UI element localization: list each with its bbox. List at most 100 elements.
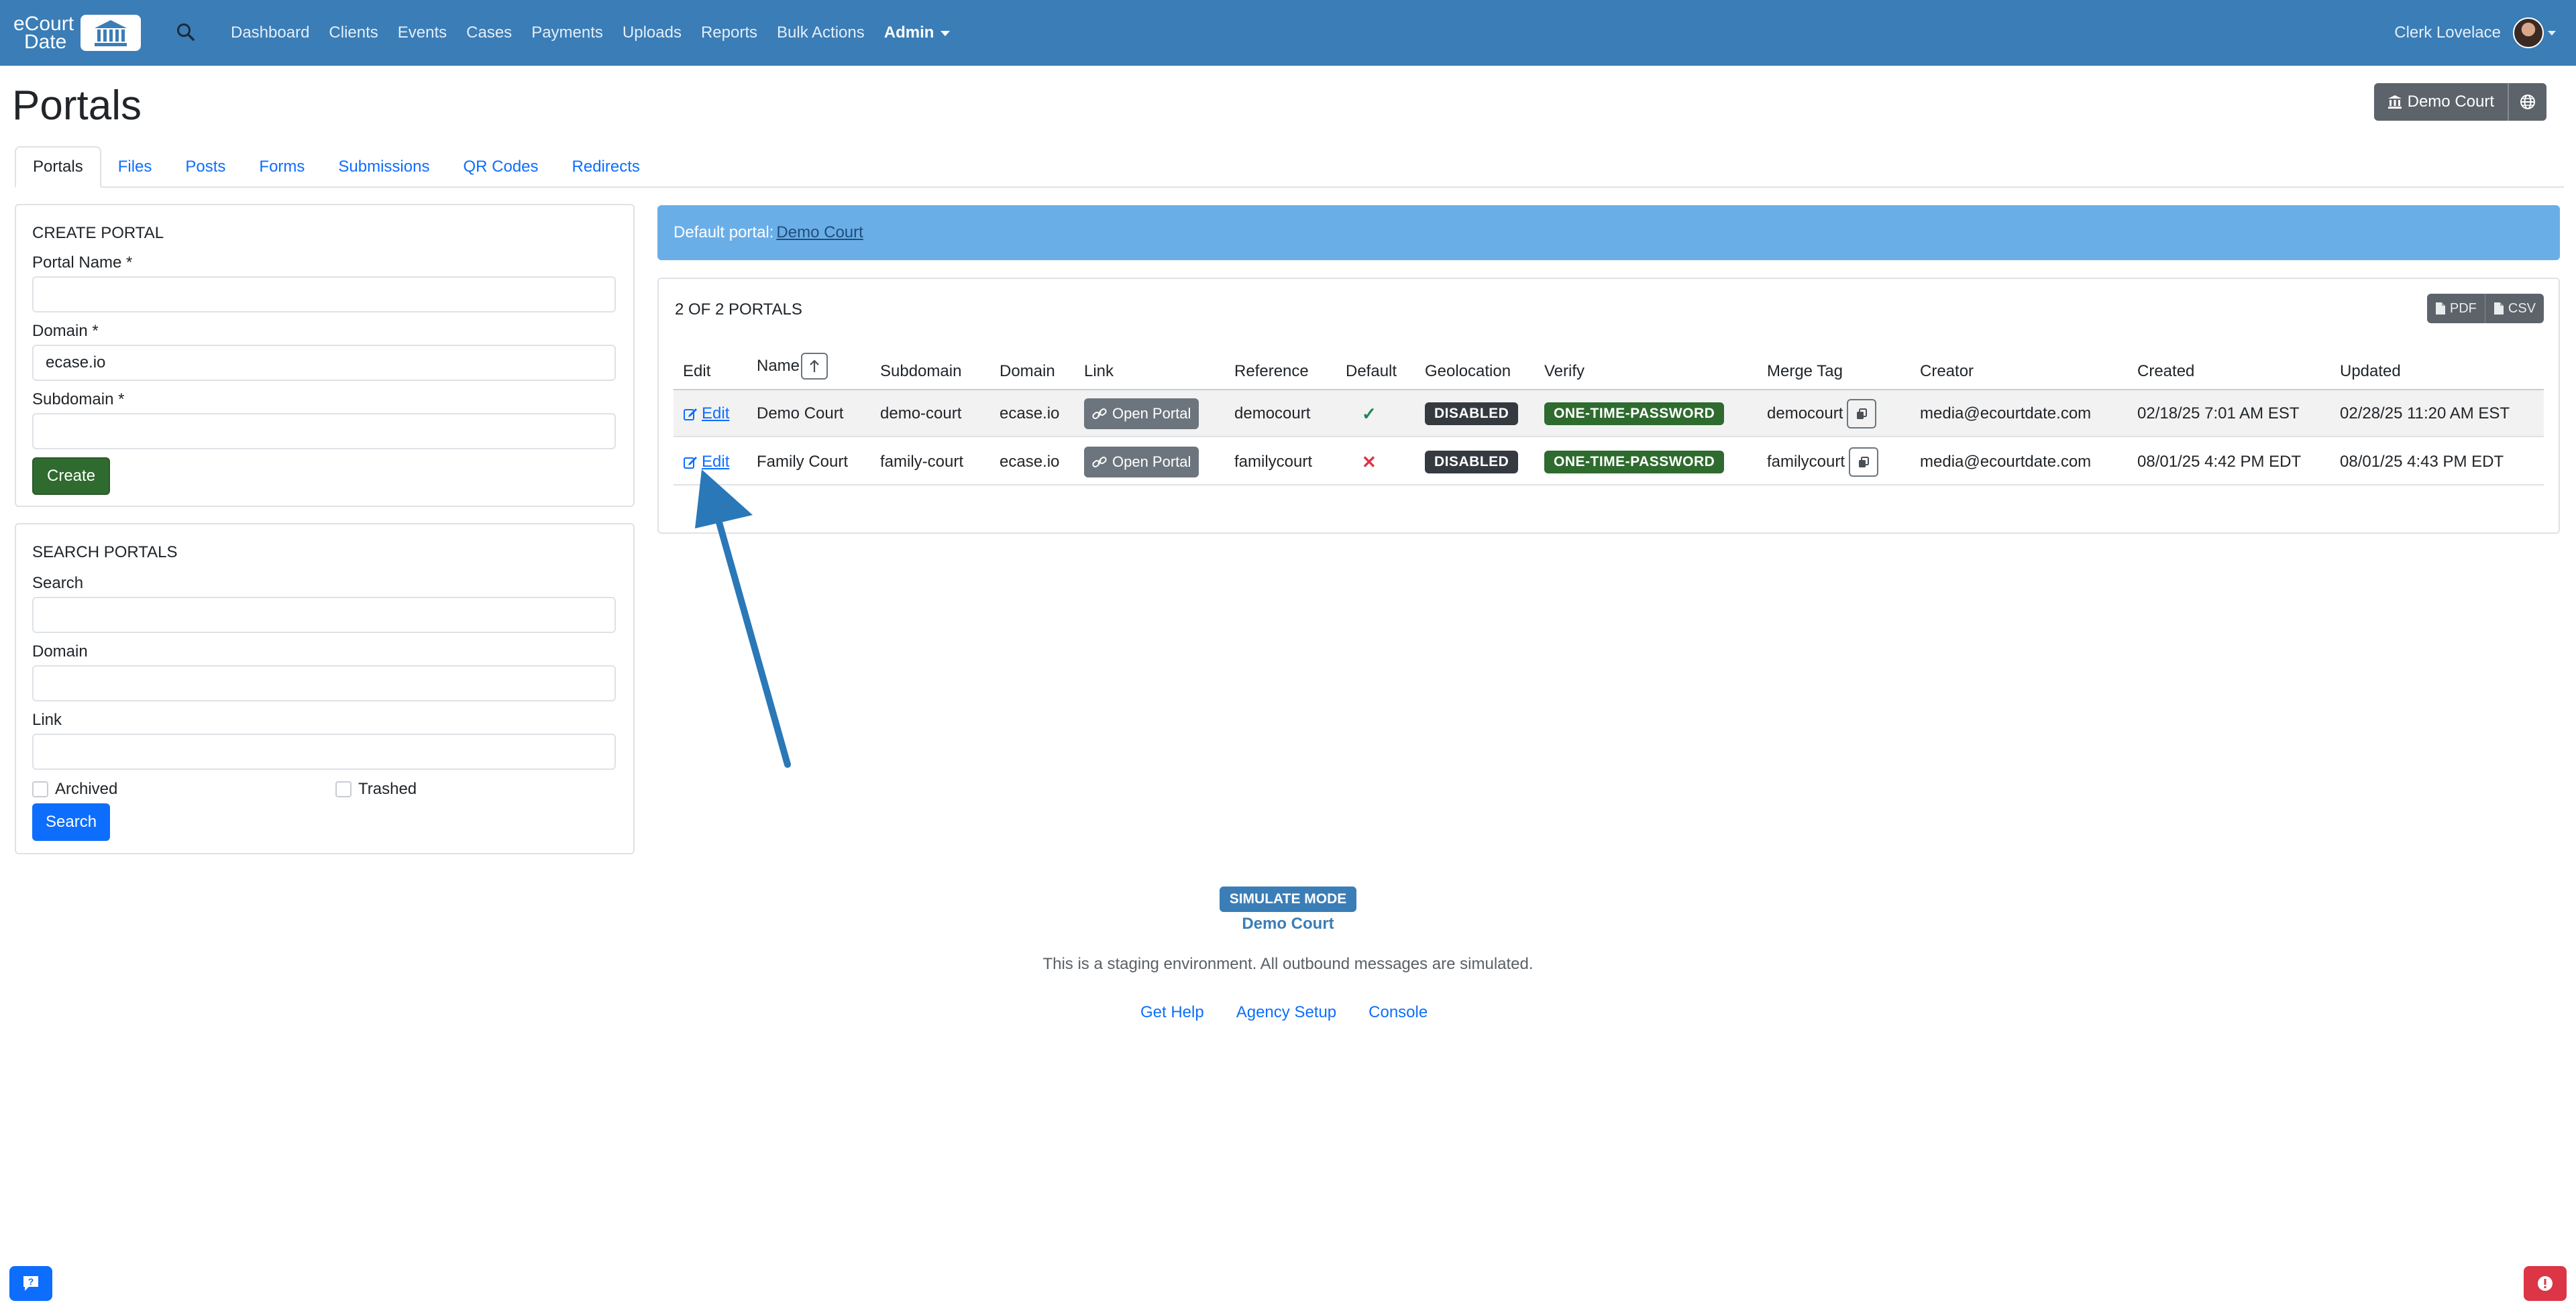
table-row: Edit Family Court family-court ecase.io … [674, 439, 2544, 486]
nav-bulk-actions[interactable]: Bulk Actions [777, 23, 865, 42]
trashed-label: Trashed [358, 780, 417, 798]
search-domain-field[interactable] [32, 665, 616, 701]
error-report-button[interactable] [2524, 1266, 2567, 1301]
domain-field[interactable]: ecase.io [32, 345, 616, 381]
tab-forms[interactable]: Forms [242, 146, 321, 188]
portals-table-card: 2 OF 2 PORTALS PDF CSV Edit Name Subdoma… [657, 278, 2560, 534]
tab-submissions[interactable]: Submissions [321, 146, 446, 188]
user-menu[interactable]: Clerk Lovelace [2394, 17, 2556, 48]
archived-checkbox[interactable] [32, 781, 48, 797]
copy-icon[interactable] [1847, 399, 1877, 429]
nav-cases[interactable]: Cases [466, 23, 512, 42]
creator-email: media@ecourtdate.com [1920, 404, 2092, 422]
col-header-name[interactable]: Name [757, 353, 828, 380]
nav-admin-dropdown[interactable]: Admin [884, 23, 951, 42]
create-portal-title: CREATE PORTAL [32, 224, 164, 242]
search-domain-label: Domain [32, 642, 88, 661]
tab-files[interactable]: Files [101, 146, 169, 188]
edit-link[interactable]: Edit [683, 390, 729, 437]
merge-tag-value: familycourt [1767, 453, 1845, 471]
brand-logo-link[interactable]: eCourt Date [13, 13, 141, 53]
portal-tabs: Portals Files Posts Forms Submissions QR… [15, 146, 2564, 188]
edit-link[interactable]: Edit [683, 439, 729, 486]
create-button[interactable]: Create [32, 457, 111, 495]
search-link-field[interactable] [32, 734, 616, 770]
default-portal-link[interactable]: Demo Court [776, 223, 863, 242]
merge-tag-value: democourt [1767, 404, 1843, 422]
nav-payments[interactable]: Payments [531, 23, 603, 42]
open-portal-button[interactable]: Open Portal [1084, 447, 1199, 477]
top-navbar: eCourt Date Dashboard Clients Events Cas… [0, 0, 2576, 66]
domain-label: Domain * [32, 322, 99, 340]
csv-export-button[interactable]: CSV [2485, 294, 2544, 323]
copy-icon[interactable] [1849, 447, 1879, 477]
geolocation-cell: DISABLED [1425, 390, 1519, 437]
open-portal-button[interactable]: Open Portal [1084, 398, 1199, 429]
tab-posts[interactable]: Posts [168, 146, 242, 188]
subdomain-label: Subdomain * [32, 390, 125, 408]
courthouse-icon [2387, 95, 2402, 109]
portal-name: Family Court [757, 453, 849, 471]
user-name: Clerk Lovelace [2394, 23, 2501, 42]
agency-setup-link[interactable]: Agency Setup [1236, 1003, 1336, 1022]
portal-reference: familycourt [1234, 453, 1313, 471]
col-header-created: Created [2137, 362, 2195, 380]
search-input[interactable] [32, 597, 616, 633]
edit-label: Edit [702, 404, 730, 422]
courthouse-icon [80, 15, 141, 51]
tab-redirects[interactable]: Redirects [555, 146, 657, 188]
csv-label: CSV [2508, 300, 2536, 316]
default-x-icon: ✕ [1362, 451, 1377, 472]
search-portals-card: SEARCH PORTALS Search Domain Link Archiv… [15, 523, 635, 854]
brand-text: eCourt Date [13, 13, 79, 53]
pdf-export-button[interactable]: PDF [2426, 294, 2485, 323]
pdf-label: PDF [2449, 300, 2477, 316]
subdomain-field[interactable] [32, 413, 616, 449]
search-icon[interactable] [176, 22, 196, 42]
avatar [2513, 17, 2544, 48]
globe-icon[interactable] [2508, 83, 2546, 121]
edit-icon [684, 457, 697, 469]
open-portal-cell: Open Portal [1084, 390, 1199, 437]
search-button[interactable]: Search [32, 803, 111, 841]
default-portal-alert: Default portal: Demo Court [657, 205, 2560, 260]
tab-qr-codes[interactable]: QR Codes [446, 146, 555, 188]
default-portal-prefix: Default portal: [674, 223, 774, 241]
col-header-default: Default [1346, 362, 1397, 380]
table-row: Edit Demo Court demo-court ecase.io Open… [674, 390, 2544, 437]
brand-line-2: Date [24, 31, 67, 53]
nav-clients[interactable]: Clients [329, 23, 378, 42]
nav-dashboard[interactable]: Dashboard [231, 23, 309, 42]
portal-reference: democourt [1234, 404, 1311, 422]
console-link[interactable]: Console [1368, 1003, 1428, 1022]
simulate-mode-badge: SIMULATE MODE [1220, 887, 1356, 912]
verify-badge: ONE-TIME-PASSWORD [1544, 402, 1725, 425]
create-portal-card: CREATE PORTAL Portal Name * Domain * eca… [15, 204, 635, 507]
footer-links: Get Help Agency Setup Console [1140, 1003, 1428, 1022]
tab-portals[interactable]: Portals [15, 146, 101, 188]
brand-line-1: eCourt [13, 13, 74, 35]
nav-events[interactable]: Events [398, 23, 447, 42]
merge-tag-cell: familycourt [1767, 439, 1879, 486]
court-switcher-button[interactable]: Demo Court [2373, 83, 2508, 121]
help-button[interactable]: ? [9, 1266, 52, 1301]
sort-ascending-icon[interactable] [801, 353, 828, 380]
updated-date: 08/01/25 4:43 PM EDT [2340, 453, 2504, 471]
col-header-edit: Edit [683, 362, 711, 380]
chevron-down-icon [2548, 30, 2556, 36]
col-header-geolocation: Geolocation [1425, 362, 1511, 380]
geolocation-badge: DISABLED [1425, 402, 1519, 425]
portal-subdomain: demo-court [880, 404, 962, 422]
nav-uploads[interactable]: Uploads [623, 23, 682, 42]
archived-label: Archived [55, 780, 118, 798]
court-button-group: Demo Court [2373, 83, 2546, 121]
col-header-creator: Creator [1920, 362, 1974, 380]
nav-reports[interactable]: Reports [701, 23, 757, 42]
search-portals-title: SEARCH PORTALS [32, 543, 178, 561]
col-header-verify: Verify [1544, 362, 1585, 380]
merge-tag-cell: democourt [1767, 390, 1877, 437]
portal-name-field[interactable] [32, 276, 616, 312]
get-help-link[interactable]: Get Help [1140, 1003, 1204, 1022]
trashed-checkbox[interactable] [335, 781, 352, 797]
open-portal-label: Open Portal [1112, 405, 1191, 422]
